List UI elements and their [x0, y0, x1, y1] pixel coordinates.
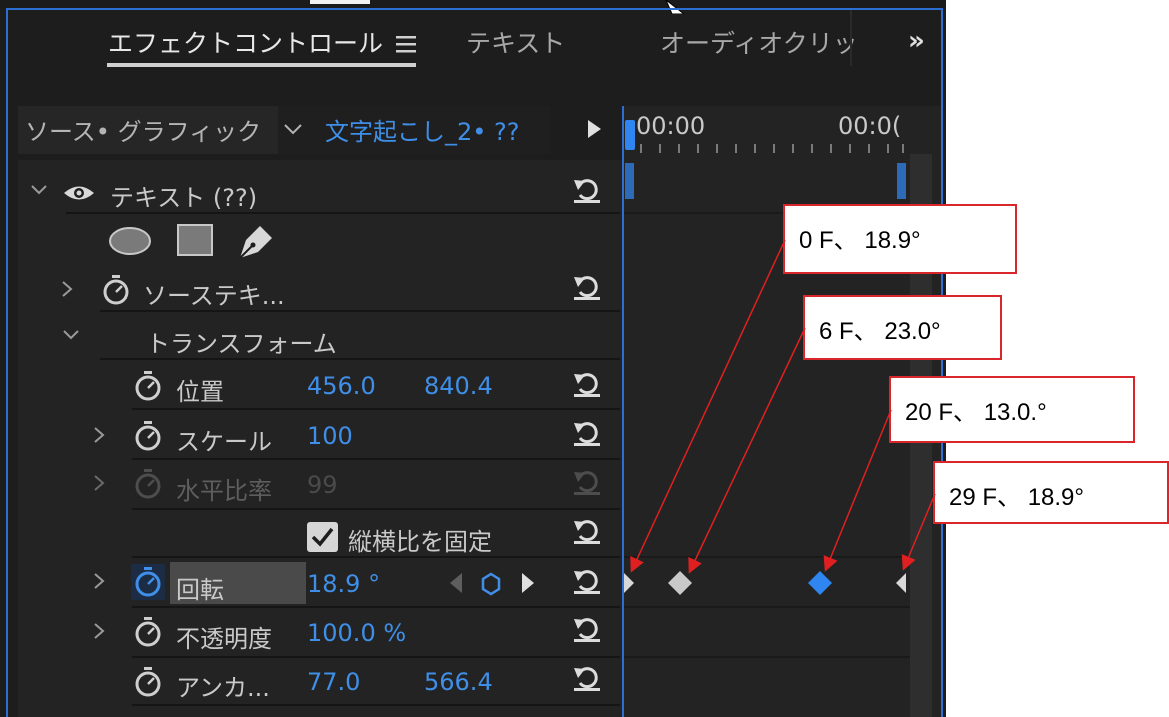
arrow-keyframe-0	[630, 239, 786, 573]
arrow-keyframe-6	[688, 327, 806, 574]
callout-arrows	[630, 239, 936, 574]
arrow-keyframe-29	[901, 493, 936, 571]
arrow-keyframe-20	[823, 409, 892, 572]
